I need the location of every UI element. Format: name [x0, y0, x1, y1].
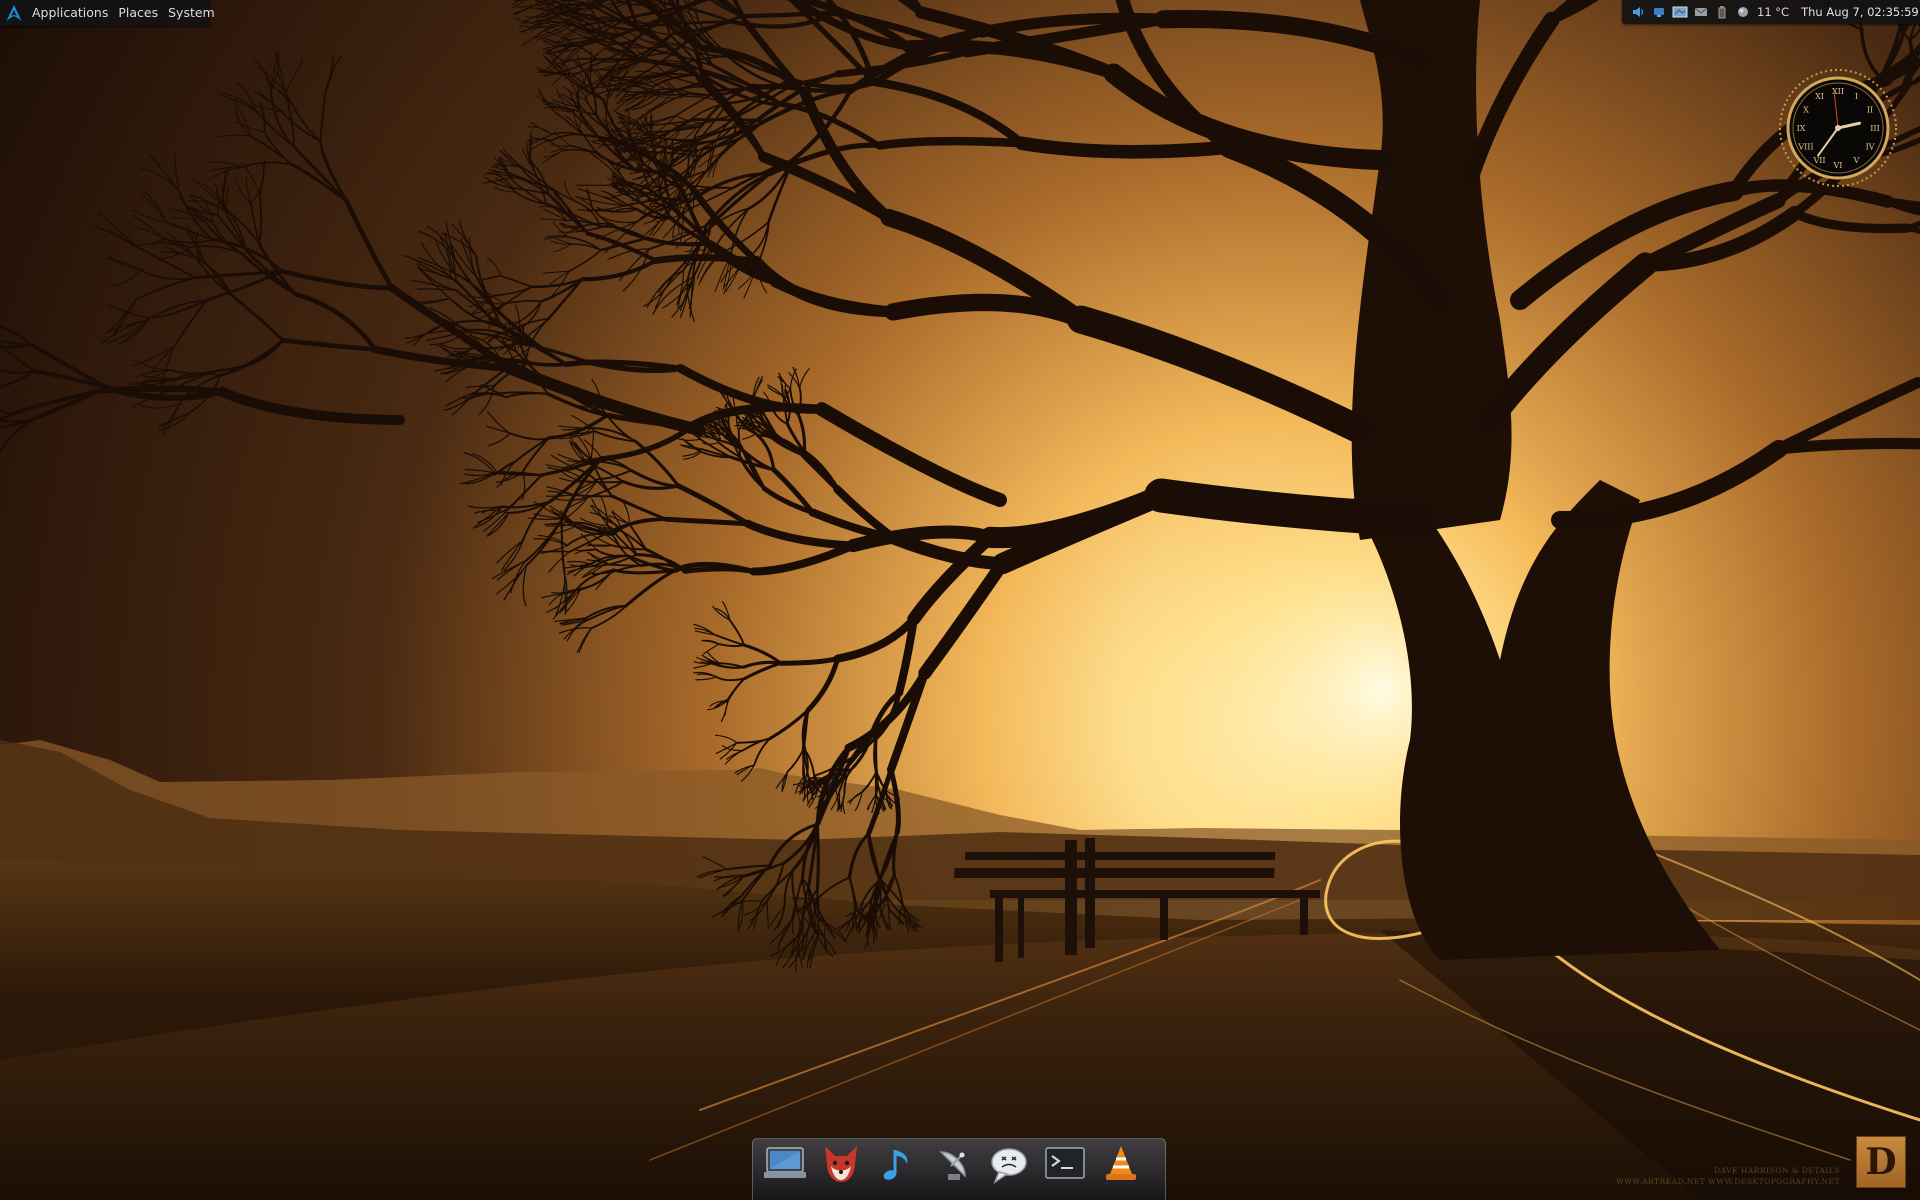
- panel-clock[interactable]: Thu Aug 7, 02:35:59: [1801, 5, 1919, 19]
- clock-numeral: VIII: [1797, 143, 1813, 152]
- volume-icon[interactable]: [1630, 4, 1646, 20]
- clock-numeral: III: [1870, 124, 1879, 133]
- system-menu[interactable]: System: [163, 0, 220, 26]
- clock-numeral: X: [1803, 106, 1809, 115]
- places-menu[interactable]: Places: [113, 0, 163, 26]
- system-tray: 11 °C: [1622, 4, 1789, 20]
- dock: [752, 1138, 1166, 1200]
- wallpaper-credit-line1: DAVE HARRISON & DETAILS: [1714, 1166, 1840, 1175]
- analog-clock-widget: XIIIIIIIIIVVVIVIIVIIIIXXXI: [1779, 69, 1897, 187]
- top-panel-left: Applications Places System: [0, 0, 215, 26]
- weather-icon[interactable]: [1735, 4, 1751, 20]
- arch-linux-icon[interactable]: [5, 2, 23, 24]
- music-icon: [883, 1150, 908, 1180]
- computer-icon: [764, 1147, 806, 1178]
- battery-icon[interactable]: [1714, 4, 1730, 20]
- terminal-icon: [1045, 1147, 1085, 1179]
- desktop: Applications Places System 11 °C Thu Aug…: [0, 0, 1920, 1200]
- clock-numeral: VI: [1833, 161, 1843, 170]
- top-panel-right: 11 °C Thu Aug 7, 02:35:59: [1622, 0, 1920, 24]
- dock-item-music[interactable]: [873, 1142, 921, 1192]
- vlc-icon: [1106, 1146, 1136, 1180]
- network-icon[interactable]: [1651, 4, 1667, 20]
- wallpaper-credit-line2: WWW.ARTREAD.NET WWW.DESKTOPOGRAPHY.NET: [1615, 1177, 1840, 1186]
- clock-numeral: XI: [1815, 92, 1824, 101]
- clock-numeral: V: [1853, 156, 1860, 165]
- clock-numeral: I: [1855, 92, 1858, 101]
- dock-item-fox[interactable]: [817, 1142, 865, 1192]
- dock-item-computer[interactable]: [761, 1142, 809, 1192]
- weather-temperature[interactable]: 11 °C: [1757, 5, 1789, 19]
- applications-menu[interactable]: Applications: [27, 0, 113, 26]
- clock-numeral: II: [1867, 106, 1873, 115]
- clock-numeral: IV: [1866, 143, 1875, 152]
- clock-numeral: IX: [1797, 124, 1806, 133]
- corner-d-logo: D: [1856, 1136, 1906, 1188]
- chat-icon: [991, 1148, 1027, 1184]
- satellite-icon: [939, 1151, 966, 1180]
- dock-item-terminal[interactable]: [1041, 1142, 1089, 1192]
- clock-center: [1835, 125, 1841, 131]
- fox-icon: [825, 1146, 857, 1182]
- mail-icon[interactable]: [1693, 4, 1709, 20]
- wallpaper: [0, 0, 1920, 1200]
- dock-item-chat[interactable]: [985, 1142, 1033, 1192]
- screen-icon[interactable]: [1672, 4, 1688, 20]
- clock-numeral: VII: [1812, 156, 1825, 165]
- dock-item-satellite[interactable]: [929, 1142, 977, 1192]
- dock-item-vlc[interactable]: [1097, 1142, 1145, 1192]
